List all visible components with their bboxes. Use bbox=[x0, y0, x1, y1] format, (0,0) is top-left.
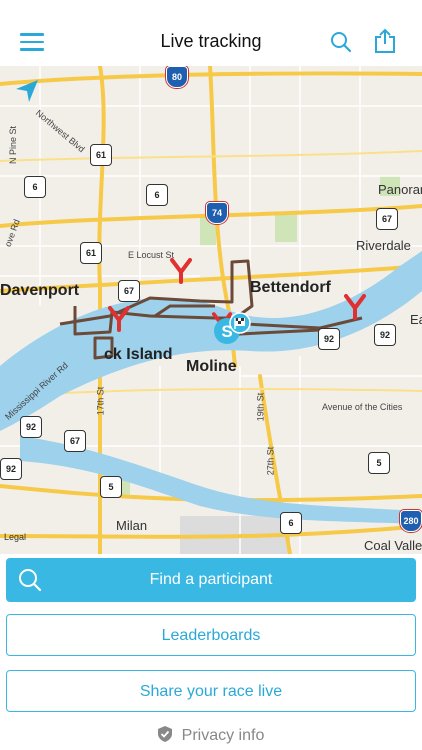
city-label-coal-valley: Coal Valley bbox=[364, 538, 422, 553]
route-shield-92-east: 92 bbox=[374, 324, 396, 346]
search-icon bbox=[19, 569, 42, 592]
route-shield-61: 61 bbox=[90, 144, 112, 166]
street-label-17th: 17th St bbox=[95, 386, 106, 416]
share-race-button[interactable]: Share your race live bbox=[6, 670, 416, 712]
map-legal-link[interactable]: Legal bbox=[4, 532, 26, 542]
checkpoint-marker-icon[interactable] bbox=[170, 258, 192, 284]
shield-check-icon bbox=[157, 726, 172, 742]
location-arrow-icon[interactable] bbox=[14, 78, 40, 104]
search-icon[interactable] bbox=[330, 31, 352, 53]
finish-flag-icon[interactable] bbox=[229, 312, 251, 334]
route-shield-67-east: 67 bbox=[376, 208, 398, 230]
route-shield-6: 6 bbox=[24, 176, 46, 198]
street-label-avenue: Avenue of the Cities bbox=[322, 402, 403, 412]
leaderboards-label: Leaderboards bbox=[161, 627, 261, 644]
find-participant-label: Find a participant bbox=[149, 571, 273, 588]
street-label-pine: N Pine St bbox=[8, 125, 19, 165]
route-shield-5-east: 5 bbox=[368, 452, 390, 474]
city-label-rock-island: ck Island bbox=[104, 346, 173, 363]
interstate-shield-280: 280 bbox=[400, 510, 422, 532]
route-shield-5: 5 bbox=[100, 476, 122, 498]
city-label-east: Ea bbox=[410, 312, 422, 327]
checkpoint-marker-icon[interactable] bbox=[344, 294, 366, 320]
city-label-davenport: Davenport bbox=[0, 282, 80, 299]
page-title: Live tracking bbox=[160, 31, 262, 51]
city-label-bettendorf: Bettendorf bbox=[250, 279, 331, 296]
street-label-locust: E Locust St bbox=[128, 250, 175, 260]
checkpoint-marker-icon[interactable] bbox=[108, 306, 130, 332]
share-race-label: Share your race live bbox=[139, 683, 283, 700]
route-shield-92-west: 92 bbox=[20, 416, 42, 438]
route-shield-92-south: 92 bbox=[0, 458, 22, 480]
share-icon[interactable] bbox=[373, 28, 397, 54]
interstate-shield-74: 74 bbox=[206, 202, 228, 224]
route-shield-61-south: 61 bbox=[80, 242, 102, 264]
app-header: Live tracking bbox=[0, 0, 422, 66]
city-label-milan: Milan bbox=[116, 518, 148, 533]
find-participant-button[interactable]: Find a participant bbox=[6, 558, 416, 602]
city-label-moline: Moline bbox=[186, 358, 237, 375]
street-label-19th: 19th St bbox=[255, 392, 266, 422]
privacy-info-label: Privacy info bbox=[181, 727, 265, 744]
street-label-27th: 27th St bbox=[265, 446, 276, 476]
route-shield-6-east: 6 bbox=[146, 184, 168, 206]
route-shield-92: 92 bbox=[318, 328, 340, 350]
leaderboards-button[interactable]: Leaderboards bbox=[6, 614, 416, 656]
route-shield-67: 67 bbox=[118, 280, 140, 302]
privacy-info-link[interactable]: Privacy info bbox=[0, 726, 422, 745]
route-shield-6-south: 6 bbox=[280, 512, 302, 534]
interstate-shield-80: 80 bbox=[166, 66, 188, 88]
city-label-riverdale: Riverdale bbox=[356, 238, 411, 253]
map-view[interactable]: Davenport Bettendorf Moline ck Island Mi… bbox=[0, 66, 422, 554]
action-panel: Find a participant Leaderboards Share yo… bbox=[0, 554, 422, 750]
city-label-panorama: Panoran bbox=[378, 182, 422, 197]
route-shield-67-south: 67 bbox=[64, 430, 86, 452]
